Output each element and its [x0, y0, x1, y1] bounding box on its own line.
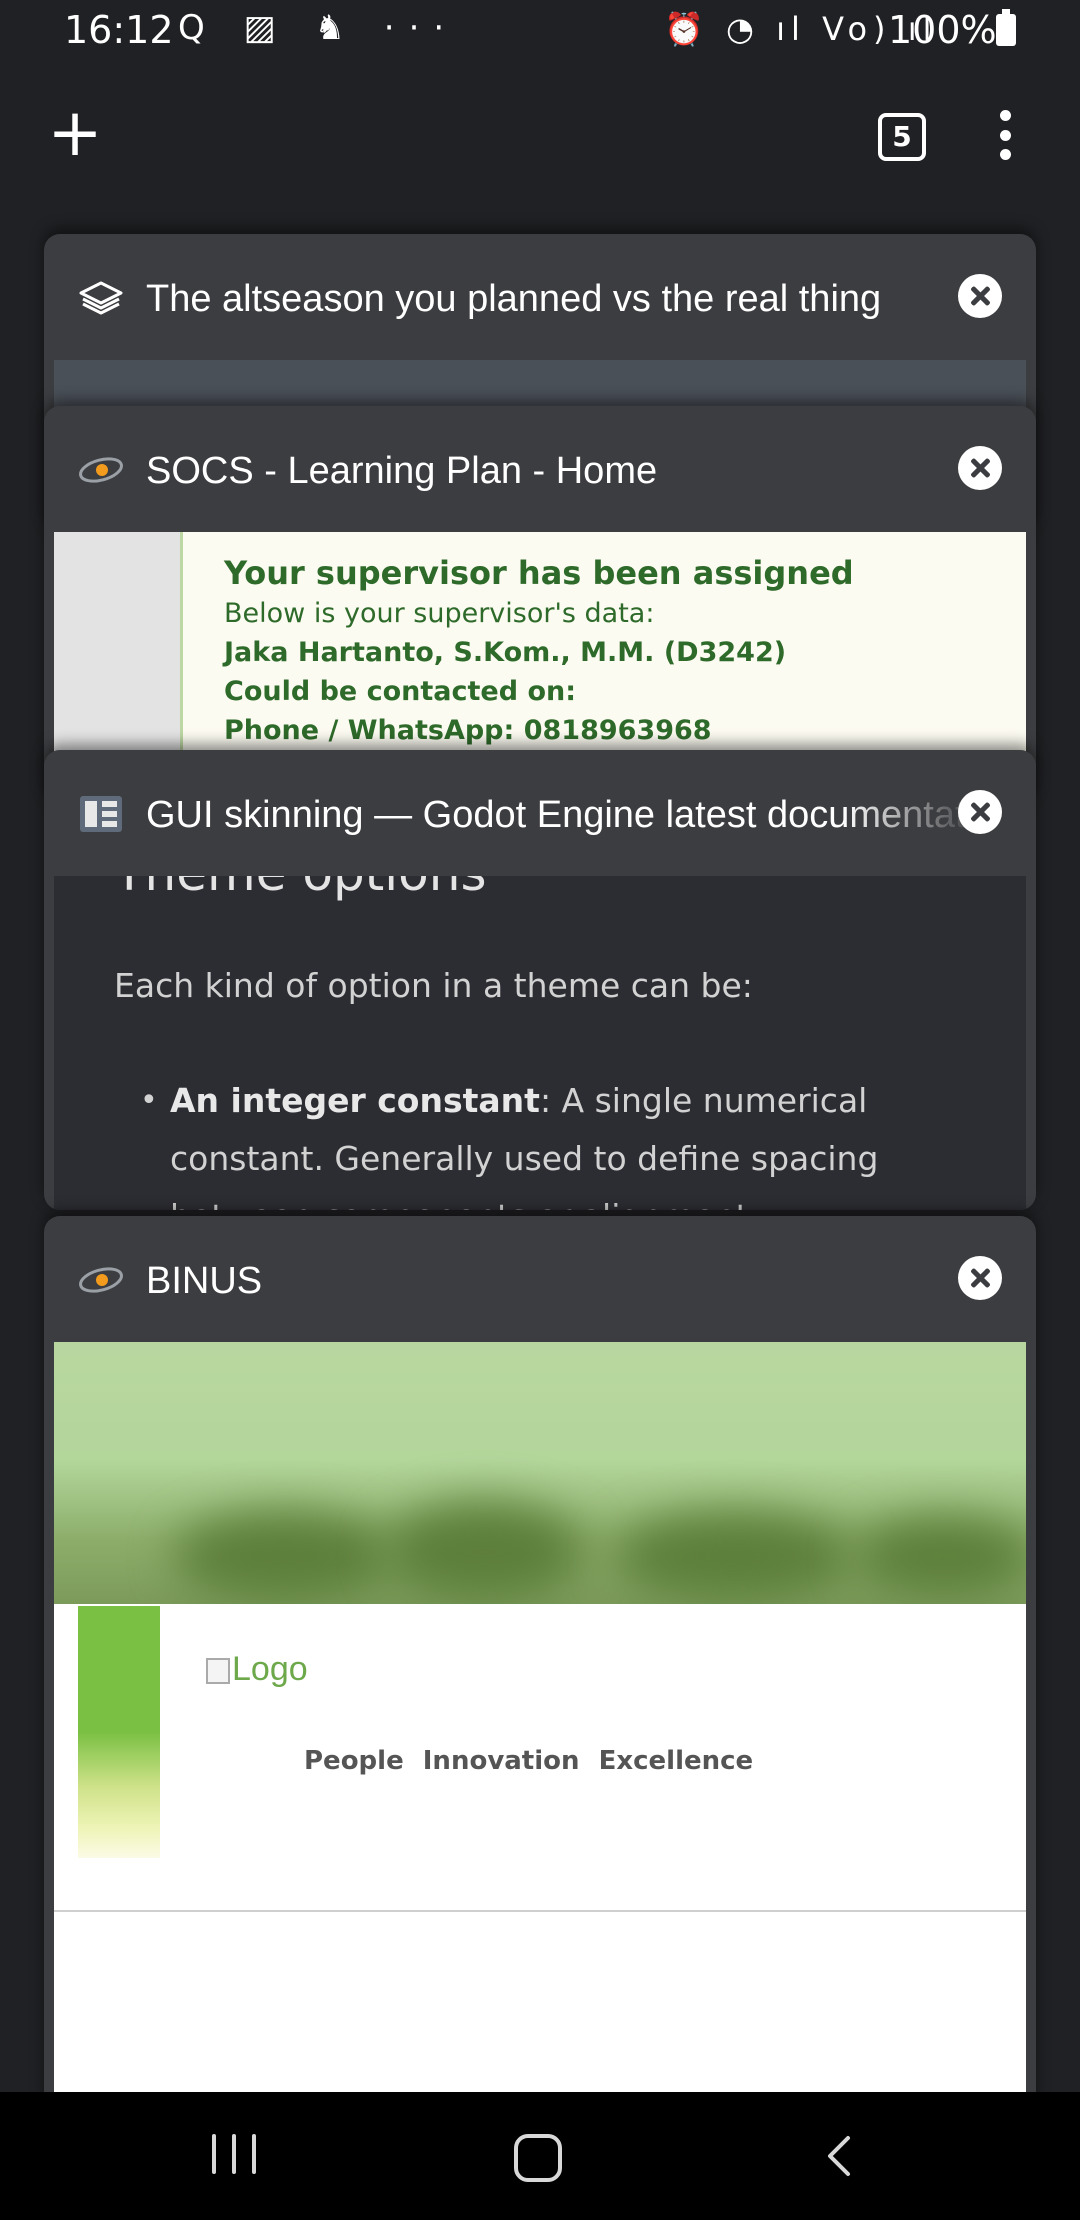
- tab-card[interactable]: SOCS - Learning Plan - Home Your supervi…: [44, 406, 1036, 806]
- tab-title: The altseason you planned vs the real th…: [146, 278, 882, 320]
- home-button[interactable]: [514, 2134, 562, 2182]
- close-tab-button[interactable]: [958, 790, 1002, 834]
- logo-image: Logo: [206, 1650, 308, 1689]
- docs-paragraph: Each kind of option in a theme can be:: [114, 966, 753, 1005]
- tab-preview: Logo People Innovation Excellence: [54, 1342, 1026, 2116]
- status-bar: 16:12 Q ▨ ♞ ··· ⏰ ◔ ıl Vo) ıl 100%: [0, 0, 1080, 62]
- page-header: Logo People Innovation Excellence: [54, 1606, 1026, 1912]
- banner-image: [54, 1342, 1026, 1604]
- supervisor-intro: Below is your supervisor's data:: [224, 598, 655, 629]
- overflow-menu-button[interactable]: [990, 110, 1020, 160]
- docs-heading: Theme options: [114, 876, 487, 902]
- new-tab-button[interactable]: +: [40, 100, 110, 170]
- docs-list-item: • An integer constant: A single numerica…: [140, 1081, 879, 1210]
- close-tab-button[interactable]: [958, 446, 1002, 490]
- supervisor-phone: Phone / WhatsApp: 0818963968: [224, 715, 712, 746]
- binus-swirl-icon: [78, 1260, 124, 1300]
- overflow-menu-icon: [999, 110, 1011, 121]
- supervisor-heading: Your supervisor has been assigned: [224, 554, 854, 592]
- close-tab-button[interactable]: [958, 274, 1002, 318]
- status-time: 16:12: [64, 8, 174, 52]
- tab-title: SOCS - Learning Plan - Home: [146, 450, 658, 492]
- tab-preview: Theme options Each kind of option in a t…: [54, 876, 1026, 1210]
- recents-button[interactable]: [212, 2134, 256, 2174]
- tab-count-button[interactable]: 5: [878, 113, 926, 161]
- tab-card-header: SOCS - Learning Plan - Home: [44, 406, 1036, 532]
- battery-level: 100%: [888, 8, 997, 52]
- godot-docs-icon: [78, 794, 124, 834]
- tab-card[interactable]: BINUS Logo People Innovation Excellence: [44, 1216, 1036, 2116]
- tab-card-header: BINUS: [44, 1216, 1036, 1342]
- tab-switcher-toolbar: + 5: [0, 80, 1080, 190]
- tab-card-header: GUI skinning — Godot Engine latest docum…: [44, 750, 1036, 876]
- supervisor-contact-label: Could be contacted on:: [224, 676, 577, 707]
- back-button[interactable]: [820, 2134, 860, 2178]
- system-navigation-bar: [0, 2092, 1080, 2220]
- supervisor-name: Jaka Hartanto, S.Kom., M.M. (D3242): [224, 637, 787, 668]
- battery-icon: [996, 9, 1016, 46]
- tab-title: BINUS: [146, 1260, 263, 1302]
- stacked-layers-icon: [78, 278, 124, 318]
- tab-title: GUI skinning — Godot Engine latest docum…: [146, 794, 976, 836]
- binus-swirl-icon: [78, 450, 124, 490]
- plus-icon: +: [47, 94, 103, 171]
- tab-card-header: The altseason you planned vs the real th…: [44, 234, 1036, 360]
- notification-icons: Q ▨ ♞ ···: [178, 8, 459, 48]
- brand-bar: [78, 1606, 160, 1858]
- recents-icon: [212, 2134, 216, 2174]
- back-icon: [828, 2136, 850, 2176]
- tagline: People Innovation Excellence: [304, 1746, 754, 1776]
- close-tab-button[interactable]: [958, 1256, 1002, 1300]
- broken-image-icon: [206, 1658, 230, 1685]
- tab-card[interactable]: GUI skinning — Godot Engine latest docum…: [44, 750, 1036, 1210]
